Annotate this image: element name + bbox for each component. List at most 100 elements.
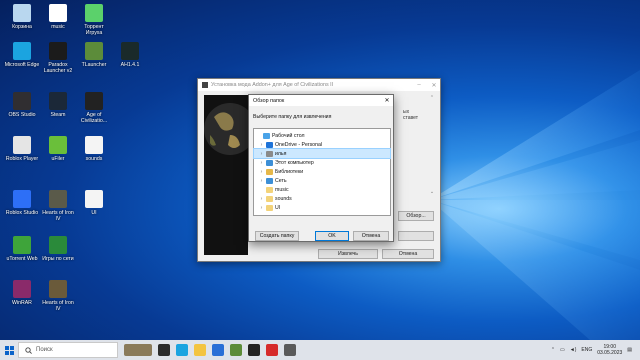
setup-scrollbar[interactable]: ⌃ ⌄ [428,95,436,195]
age-of-civilizations-icon [85,92,103,110]
setup-app-icon [202,82,208,88]
minimize-icon[interactable]: – [413,82,425,88]
mail-icon[interactable] [212,344,224,356]
desktop-icon[interactable]: OBS Studio [4,92,40,118]
setup-window-title: Установка мода Addon+ для Age of Civiliz… [211,82,334,88]
desktop-icon[interactable]: Paradox Launcher v2 [40,42,76,74]
folder-dialog-title: Обзор папок [253,97,285,104]
taskbar-apps [124,344,296,356]
network-icon[interactable]: ▭ [560,347,565,353]
clock-date: 03.05.2023 [597,350,623,356]
record-icon[interactable] [266,344,278,356]
setup-cancel-button[interactable]: Отмена [382,249,434,259]
search-icon [25,346,32,354]
desktop-icon[interactable]: UI [76,190,112,216]
desktop-icon[interactable]: Microsoft Edge [4,42,40,68]
desktop-icon[interactable]: uTorrent Web [4,236,40,262]
desktop-icon[interactable]: WinRAR [4,280,40,306]
clock[interactable]: 19:00 03.05.2023 [597,344,622,356]
winrar-icon [13,280,31,298]
tree-item[interactable]: › илья [253,148,391,159]
dialog-cancel-button[interactable]: Отмена [353,231,389,241]
desktop-icon[interactable]: Steam [40,92,76,118]
task-view-icon[interactable] [158,344,170,356]
start-button[interactable] [0,340,18,360]
desktop-icon[interactable]: Торрент Игруха [76,4,112,36]
edge-icon[interactable] [176,344,188,356]
desktop-icon-label: Roblox Player [5,156,39,162]
desktop-icon-label: Hearts of Iron IV [42,300,74,312]
desktop-icon[interactable]: sounds [76,136,112,162]
system-tray: ⌃ ▭ ◄) ENG 19:00 03.05.2023 ▤ [551,340,632,360]
taskbar: Поиск ⌃ ▭ ◄) ENG 19:00 03.05.2023 ▤ [0,340,640,360]
hearts-of-iron-icon [49,280,67,298]
tree-item-label: UI [275,204,281,211]
desktop-icon[interactable]: Hearts of Iron IV [40,280,76,312]
recycle-bin-icon [13,4,31,22]
tree-item-label: Рабочий стол [272,132,305,139]
windows-logo-icon [4,345,14,355]
desktop-icon[interactable]: music [40,4,76,30]
new-folder-button[interactable]: Создать папку [255,231,299,241]
setup-app-icon[interactable] [284,344,296,356]
taskbar-search[interactable]: Поиск [18,342,118,358]
setup-window-titlebar[interactable]: Установка мода Addon+ для Age of Civiliz… [198,79,440,91]
desktop-icon-label: Roblox Studio [5,210,39,216]
folder-browse-dialog[interactable]: Обзор папок ✕ Выберите папку для извлече… [248,94,394,242]
browse-button[interactable]: Обзор... [398,211,434,221]
chevron-right-icon[interactable]: › [259,142,264,148]
tree-item[interactable]: › Сеть [254,176,390,185]
extract-button[interactable]: Извлечь [318,249,378,259]
chevron-right-icon[interactable]: › [259,151,264,157]
tree-item[interactable]: › OneDrive - Personal [254,140,390,149]
tree-item[interactable]: Рабочий стол [254,131,390,140]
desktop-icon[interactable]: AH1.4.1 [112,42,148,68]
desktop-icon[interactable]: Игры по сети [40,236,76,262]
desktop-icon-label: UI [91,210,97,216]
chevron-up-icon[interactable]: ⌃ [551,347,555,353]
desktop-icon[interactable]: Hearts of Iron IV [40,190,76,222]
computer-icon [266,159,273,166]
desktop-icon-label: WinRAR [12,300,32,306]
desktop-icon[interactable]: TLauncher [76,42,112,68]
tree-item[interactable]: › Библиотеки [254,167,390,176]
folder-icon [266,195,273,202]
chevron-right-icon[interactable]: › [259,169,264,175]
horse-app-icon[interactable] [124,344,152,356]
path-field-end[interactable] [398,231,434,241]
desktop-icon-label: Steam [50,112,66,118]
chevron-right-icon[interactable]: › [259,196,264,202]
chevron-right-icon[interactable]: › [259,178,264,184]
desktop-icon-label: uFiler [51,156,65,162]
scroll-down-icon[interactable]: ⌄ [428,189,436,195]
ok-button[interactable]: OK [315,231,349,241]
media-icon[interactable] [248,344,260,356]
chevron-right-icon[interactable]: › [259,205,264,211]
desktop-icon-label: Корзина [12,24,32,30]
edge-icon [13,42,31,60]
tree-item[interactable]: › sounds [254,194,390,203]
folder-dialog-titlebar[interactable]: Обзор папок ✕ [249,95,393,106]
desktop-icon[interactable]: Age of Civilizatio... [76,92,112,124]
minecraft-icon[interactable] [230,344,242,356]
folder-icon [266,204,273,211]
user-icon [266,150,273,157]
notifications-icon[interactable]: ▤ [627,347,632,353]
desktop-icon[interactable]: Roblox Studio [4,190,40,216]
file-icon [49,4,67,22]
tree-item[interactable]: music [254,185,390,194]
file-explorer-icon[interactable] [194,344,206,356]
tree-item[interactable]: › UI [254,203,390,212]
globe-image [204,95,248,255]
close-icon[interactable]: ✕ [381,97,393,104]
desktop-icon[interactable]: uFiler [40,136,76,162]
scroll-up-icon[interactable]: ⌃ [428,95,436,101]
desktop-icon[interactable]: Корзина [4,4,40,30]
desktop-icon[interactable]: Roblox Player [4,136,40,162]
chevron-right-icon[interactable]: › [259,160,264,166]
tree-item[interactable]: › Этот компьютер [254,158,390,167]
folder-tree[interactable]: Рабочий стол › OneDrive - Personal › илья › Эт… [253,128,391,216]
close-icon[interactable]: ✕ [428,82,440,89]
language-indicator[interactable]: ENG [581,347,592,353]
volume-icon[interactable]: ◄) [570,347,577,353]
